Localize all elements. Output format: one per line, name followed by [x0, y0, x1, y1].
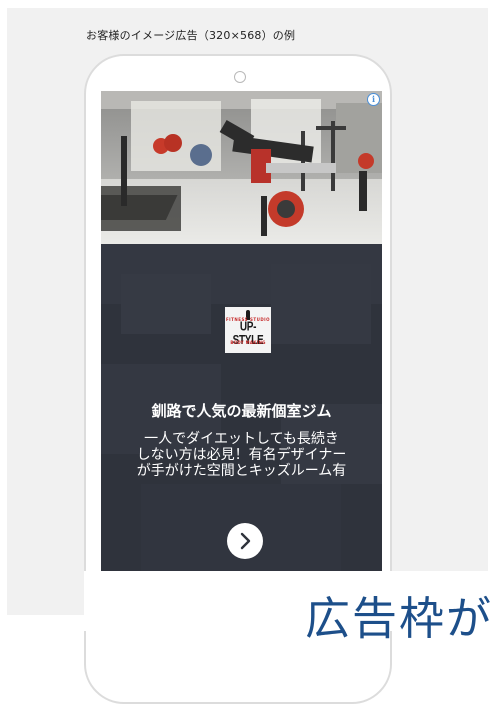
next-button[interactable] — [227, 523, 263, 559]
chevron-right-icon — [240, 532, 251, 550]
ad-body-line: が手がけた空間とキッズルーム有 — [136, 463, 347, 479]
gym-photo: i — [101, 91, 382, 244]
ad-body-text: 一人でダイエットしても長続き しない方は必見！有名デザイナー が手がけた空間とキ… — [101, 431, 382, 479]
ad-body-line: 一人でダイエットしても長続き — [144, 431, 339, 447]
overlay-title: 広告枠が — [305, 592, 494, 645]
image-ad[interactable]: i FITNESS STUDIO UP-STYLE BODY MAKING 釧路… — [101, 91, 382, 571]
logo-sub-text: BODY MAKING — [230, 340, 266, 345]
ad-headline: 釧路で人気の最新個室ジム — [151, 402, 332, 420]
ad-body-line: しない方は必見！有名デザイナー — [136, 447, 347, 463]
example-caption: お客様のイメージ広告（320×568）の例 — [86, 29, 296, 42]
info-icon[interactable]: i — [367, 93, 380, 106]
upstyle-logo: FITNESS STUDIO UP-STYLE BODY MAKING — [225, 307, 271, 353]
phone-camera — [234, 71, 246, 83]
